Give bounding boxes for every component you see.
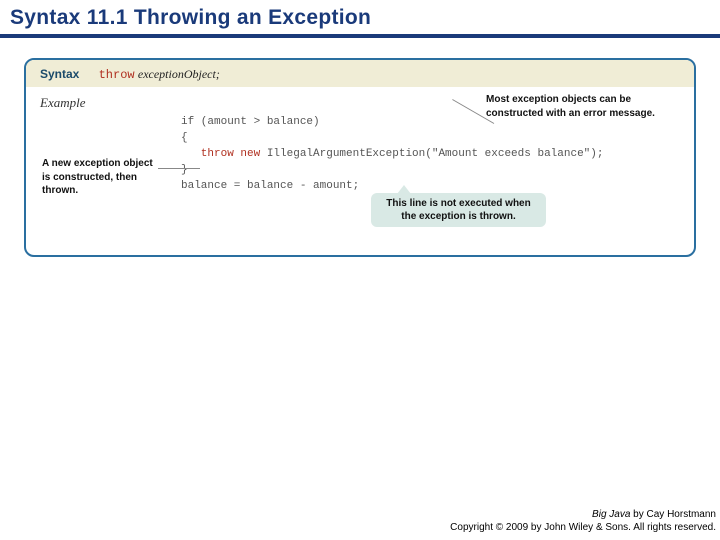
syntax-panel: Syntax throw exceptionObject; Example if… — [24, 58, 696, 257]
annotation-bubble: This line is not executed when the excep… — [371, 193, 546, 227]
code-block: if (amount > balance) { throw new Illega… — [181, 115, 603, 195]
slide-title: Syntax 11.1 Throwing an Exception — [0, 0, 720, 34]
code-line-3: throw new IllegalArgumentException("Amou… — [181, 148, 603, 160]
footer-line-2: Copyright © 2009 by John Wiley & Sons. A… — [450, 521, 716, 534]
footer: Big Java by Cay Horstmann Copyright © 20… — [450, 508, 716, 534]
panel-body: Example if (amount > balance) { throw ne… — [26, 87, 694, 255]
code-line-2: { — [181, 132, 188, 144]
code-line-5: balance = balance - amount; — [181, 180, 359, 192]
syntax-object: exceptionObject — [138, 67, 216, 81]
syntax-label: Syntax — [40, 67, 79, 81]
code-line-1: if (amount > balance) — [181, 116, 320, 128]
footer-book-title: Big Java — [592, 509, 630, 520]
title-rule — [0, 34, 720, 38]
annotation-top: Most exception objects can be constructe… — [486, 93, 676, 120]
annotation-left: A new exception object is constructed, t… — [42, 157, 162, 198]
footer-line-1: Big Java by Cay Horstmann — [450, 508, 716, 521]
syntax-semicolon: ; — [216, 67, 220, 81]
syntax-header: Syntax throw exceptionObject; — [26, 60, 694, 87]
syntax-keyword: throw — [99, 68, 135, 82]
code-throw-new: throw new — [181, 148, 260, 160]
code-line-4: } — [181, 164, 188, 176]
annotation-left-line — [158, 168, 200, 169]
code-line-3-rest: IllegalArgumentException("Amount exceeds… — [260, 148, 603, 160]
footer-author: by Cay Horstmann — [630, 509, 716, 520]
